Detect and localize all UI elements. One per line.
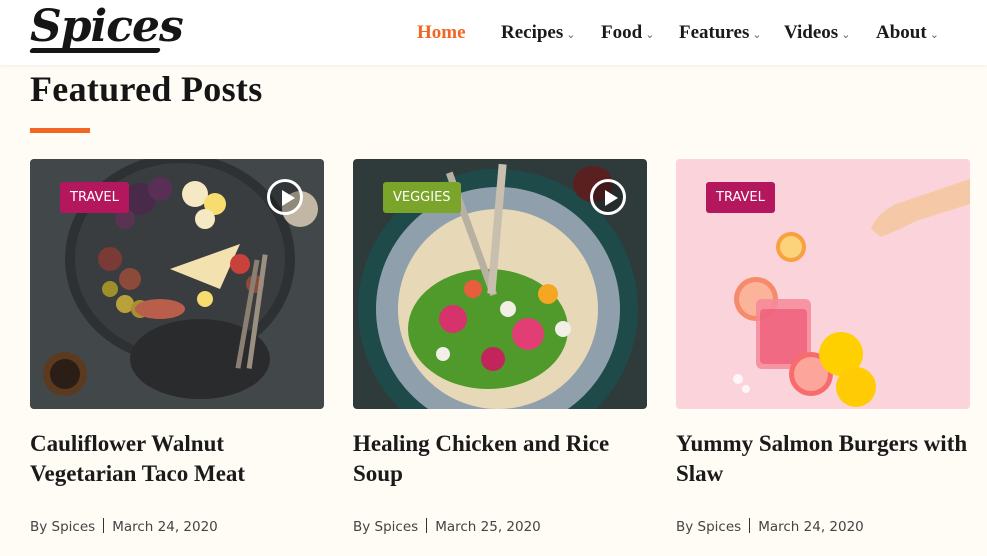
post-thumbnail[interactable]: Travel	[676, 159, 970, 409]
post-title[interactable]: Yummy Salmon Burgers with Slaw	[676, 429, 976, 489]
chevron-down-icon: ⌄	[645, 28, 655, 41]
play-icon[interactable]	[267, 179, 303, 215]
post-title-line: Soup	[353, 461, 403, 486]
post-title-line: Vegetarian Taco Meat	[30, 461, 246, 486]
chevron-down-icon: ⌄	[566, 28, 576, 41]
post-date: March 25, 2020	[435, 519, 541, 535]
category-badge[interactable]: Travel	[60, 182, 129, 213]
post-title-line: Yummy Salmon Burgers with	[676, 431, 968, 456]
title-accent-bar	[30, 128, 90, 133]
nav-item-features[interactable]: Features ⌄	[679, 22, 762, 44]
nav-item-home[interactable]: Home	[417, 22, 466, 44]
post-title-line: Cauliflower Walnut	[30, 431, 225, 456]
nav-item-label: Home	[417, 22, 466, 43]
post-title[interactable]: Cauliflower Walnut Vegetarian Taco Meat	[30, 429, 330, 489]
meta-divider	[749, 518, 751, 533]
category-badge[interactable]: Travel	[706, 182, 775, 213]
nav-item-about[interactable]: About ⌄	[876, 22, 939, 44]
play-icon[interactable]	[590, 179, 626, 215]
post-meta: By Spices March 24, 2020	[676, 518, 864, 535]
main-nav: Home Recipes ⌄ Food ⌄ Features ⌄ Videos …	[0, 0, 987, 65]
chevron-down-icon: ⌄	[841, 28, 851, 41]
post-card: Travel Cauliflower Walnut Vegetarian Tac…	[30, 159, 324, 535]
post-title-line: Slaw	[676, 461, 724, 486]
site-header: Spices Home Recipes ⌄ Food ⌄ Features ⌄ …	[0, 0, 987, 65]
nav-item-label: About	[876, 22, 927, 43]
post-author[interactable]: By Spices	[353, 519, 418, 535]
post-author[interactable]: By Spices	[676, 519, 741, 535]
post-card: Veggies Healing Chicken and Rice Soup By…	[353, 159, 647, 535]
post-meta: By Spices March 25, 2020	[353, 518, 541, 535]
nav-item-videos[interactable]: Videos ⌄	[784, 22, 850, 44]
post-card: Travel Yummy Salmon Burgers with Slaw By…	[676, 159, 970, 535]
category-badge[interactable]: Veggies	[383, 182, 461, 213]
post-date: March 24, 2020	[758, 519, 864, 535]
post-title-line: Healing Chicken and Rice	[353, 431, 610, 456]
post-author[interactable]: By Spices	[30, 519, 95, 535]
nav-item-recipes[interactable]: Recipes ⌄	[501, 22, 575, 44]
section-title: Featured Posts	[30, 69, 263, 109]
nav-item-food[interactable]: Food ⌄	[601, 22, 654, 44]
chevron-down-icon: ⌄	[752, 28, 762, 41]
post-thumbnail[interactable]: Travel	[30, 159, 324, 409]
post-thumbnail[interactable]: Veggies	[353, 159, 647, 409]
nav-item-label: Videos	[784, 22, 839, 43]
post-meta: By Spices March 24, 2020	[30, 518, 218, 535]
nav-item-label: Food	[601, 22, 643, 43]
meta-divider	[426, 518, 428, 533]
meta-divider	[103, 518, 105, 533]
nav-item-label: Features	[679, 22, 750, 43]
post-title[interactable]: Healing Chicken and Rice Soup	[353, 429, 653, 489]
post-date: March 24, 2020	[112, 519, 218, 535]
nav-item-label: Recipes	[501, 22, 564, 43]
chevron-down-icon: ⌄	[929, 28, 939, 41]
